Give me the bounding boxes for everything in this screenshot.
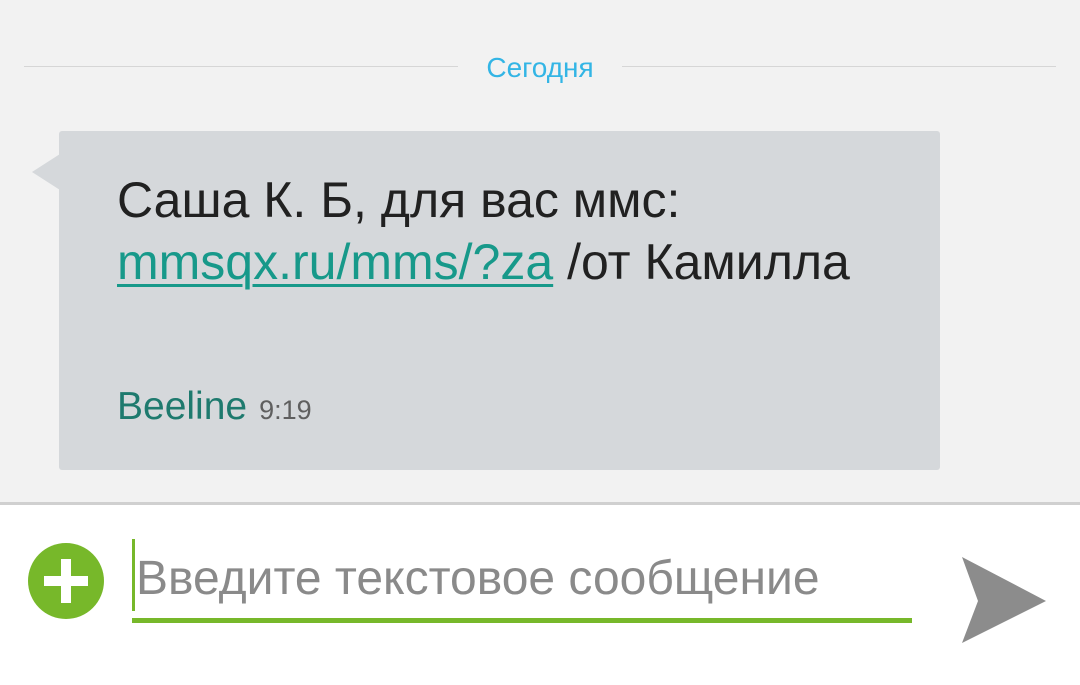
- composer-bar: [0, 505, 1080, 685]
- date-label: Сегодня: [486, 52, 594, 83]
- date-divider-line-left: [24, 66, 458, 67]
- message-link[interactable]: mmsqx.ru/mms/?za: [117, 234, 553, 290]
- attach-button[interactable]: [28, 543, 104, 619]
- message-time: 9:19: [259, 395, 312, 425]
- message-bubble[interactable]: Саша К. Б, для вас ммс: mmsqx.ru/mms/?za…: [59, 131, 940, 470]
- date-divider: Сегодня: [24, 48, 1056, 88]
- text-cursor: [132, 539, 135, 611]
- send-arrow-icon: [962, 557, 1046, 643]
- message-bubble-tail: [32, 154, 60, 190]
- message-thread: Сегодня Саша К. Б, для вас ммс: mmsqx.ru…: [0, 0, 1080, 502]
- message-text-before-link: Саша К. Б, для вас ммс:: [117, 172, 681, 228]
- message-sender: Beeline: [117, 385, 248, 428]
- message-text-after-link: /от Камилла: [553, 234, 850, 290]
- send-button[interactable]: [958, 555, 1050, 645]
- date-divider-line-right: [622, 66, 1056, 67]
- message-text: Саша К. Б, для вас ммс: mmsqx.ru/mms/?za…: [117, 169, 897, 293]
- plus-icon-vertical: [61, 559, 71, 603]
- message-meta: Beeline 9:19: [117, 385, 312, 429]
- message-input[interactable]: [132, 539, 912, 623]
